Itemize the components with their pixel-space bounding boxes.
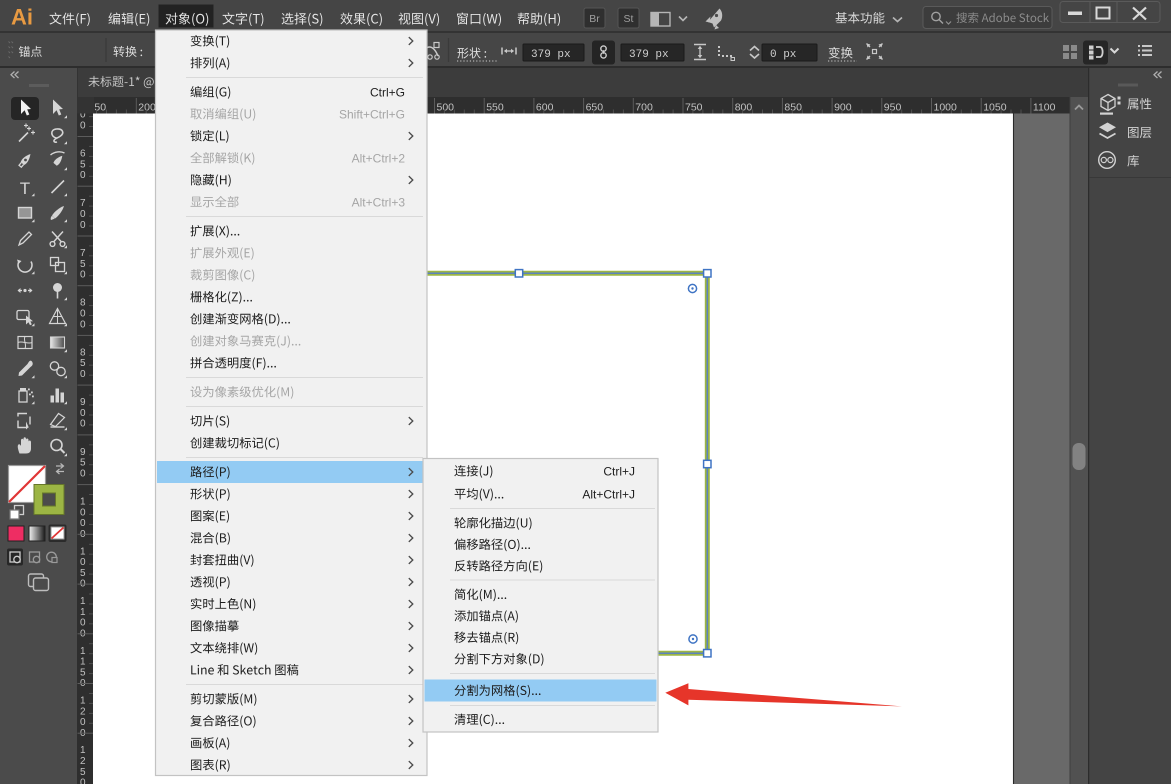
svg-text:700: 700 bbox=[635, 102, 653, 114]
svg-text:5: 5 bbox=[80, 259, 86, 270]
svg-text:600: 600 bbox=[536, 102, 554, 114]
svg-text:Alt+Ctrl+3: Alt+Ctrl+3 bbox=[352, 195, 406, 209]
svg-text:850: 850 bbox=[784, 102, 802, 114]
svg-text:0: 0 bbox=[80, 120, 86, 131]
svg-text:5: 5 bbox=[80, 667, 86, 678]
svg-text:1050: 1050 bbox=[983, 102, 1007, 114]
svg-text:0: 0 bbox=[80, 209, 86, 220]
svg-text:7: 7 bbox=[80, 248, 86, 259]
svg-text:0: 0 bbox=[80, 518, 86, 529]
svg-text:1000: 1000 bbox=[934, 102, 958, 114]
svg-text:9: 9 bbox=[80, 447, 86, 458]
svg-text:0: 0 bbox=[80, 170, 86, 181]
svg-text:550: 550 bbox=[486, 102, 504, 114]
svg-text:8: 8 bbox=[80, 298, 86, 309]
svg-text:200: 200 bbox=[138, 102, 156, 114]
svg-text:St: St bbox=[624, 13, 634, 25]
svg-text:Br: Br bbox=[589, 13, 600, 25]
svg-text:5: 5 bbox=[80, 568, 86, 579]
svg-text:0: 0 bbox=[80, 369, 86, 380]
svg-text:0: 0 bbox=[80, 270, 86, 281]
svg-text:900: 900 bbox=[834, 102, 852, 114]
svg-text:5: 5 bbox=[80, 358, 86, 369]
svg-text:800: 800 bbox=[735, 102, 753, 114]
svg-text:0: 0 bbox=[80, 557, 86, 568]
svg-text:Alt+Ctrl+2: Alt+Ctrl+2 bbox=[352, 151, 406, 165]
svg-text:379 px: 379 px bbox=[629, 49, 669, 61]
svg-text:1: 1 bbox=[80, 646, 86, 657]
svg-text:1: 1 bbox=[80, 607, 86, 618]
svg-text:6: 6 bbox=[80, 149, 86, 160]
svg-text:7: 7 bbox=[80, 198, 86, 209]
svg-text:0: 0 bbox=[80, 408, 86, 419]
svg-text:0 px: 0 px bbox=[770, 49, 797, 61]
svg-text:1: 1 bbox=[80, 657, 86, 668]
svg-text:Ctrl+J: Ctrl+J bbox=[603, 464, 635, 478]
svg-text:0: 0 bbox=[80, 717, 86, 728]
svg-text:Ai: Ai bbox=[11, 5, 33, 30]
svg-text:750: 750 bbox=[685, 102, 703, 114]
svg-text:1: 1 bbox=[80, 596, 86, 607]
svg-text:0: 0 bbox=[80, 778, 86, 784]
svg-text:Ctrl+G: Ctrl+G bbox=[370, 85, 405, 99]
svg-text:0: 0 bbox=[80, 618, 86, 629]
svg-text:0: 0 bbox=[80, 469, 86, 480]
svg-text:0: 0 bbox=[80, 507, 86, 518]
svg-text:0: 0 bbox=[80, 319, 86, 330]
svg-text:Alt+Ctrl+J: Alt+Ctrl+J bbox=[582, 487, 635, 501]
svg-text:650: 650 bbox=[586, 102, 604, 114]
svg-text:9: 9 bbox=[80, 397, 86, 408]
svg-text:5: 5 bbox=[80, 159, 86, 170]
svg-text:379 px: 379 px bbox=[531, 49, 571, 61]
svg-text:Shift+Ctrl+G: Shift+Ctrl+G bbox=[339, 107, 405, 121]
svg-text:1100: 1100 bbox=[1033, 102, 1056, 114]
svg-text:0: 0 bbox=[80, 309, 86, 320]
svg-text:2: 2 bbox=[80, 756, 86, 767]
svg-text:1: 1 bbox=[80, 696, 86, 707]
svg-text:5: 5 bbox=[80, 458, 86, 469]
svg-text:500: 500 bbox=[437, 102, 455, 114]
svg-text:T: T bbox=[20, 179, 30, 198]
svg-text:1: 1 bbox=[80, 745, 86, 756]
svg-text:0: 0 bbox=[80, 419, 86, 430]
svg-text:2: 2 bbox=[80, 706, 86, 717]
svg-text:1: 1 bbox=[80, 546, 86, 557]
svg-text:0: 0 bbox=[80, 220, 86, 231]
svg-text:1: 1 bbox=[80, 497, 86, 508]
svg-text:5: 5 bbox=[80, 767, 86, 778]
svg-text:8: 8 bbox=[80, 347, 86, 358]
svg-text:950: 950 bbox=[884, 102, 902, 114]
